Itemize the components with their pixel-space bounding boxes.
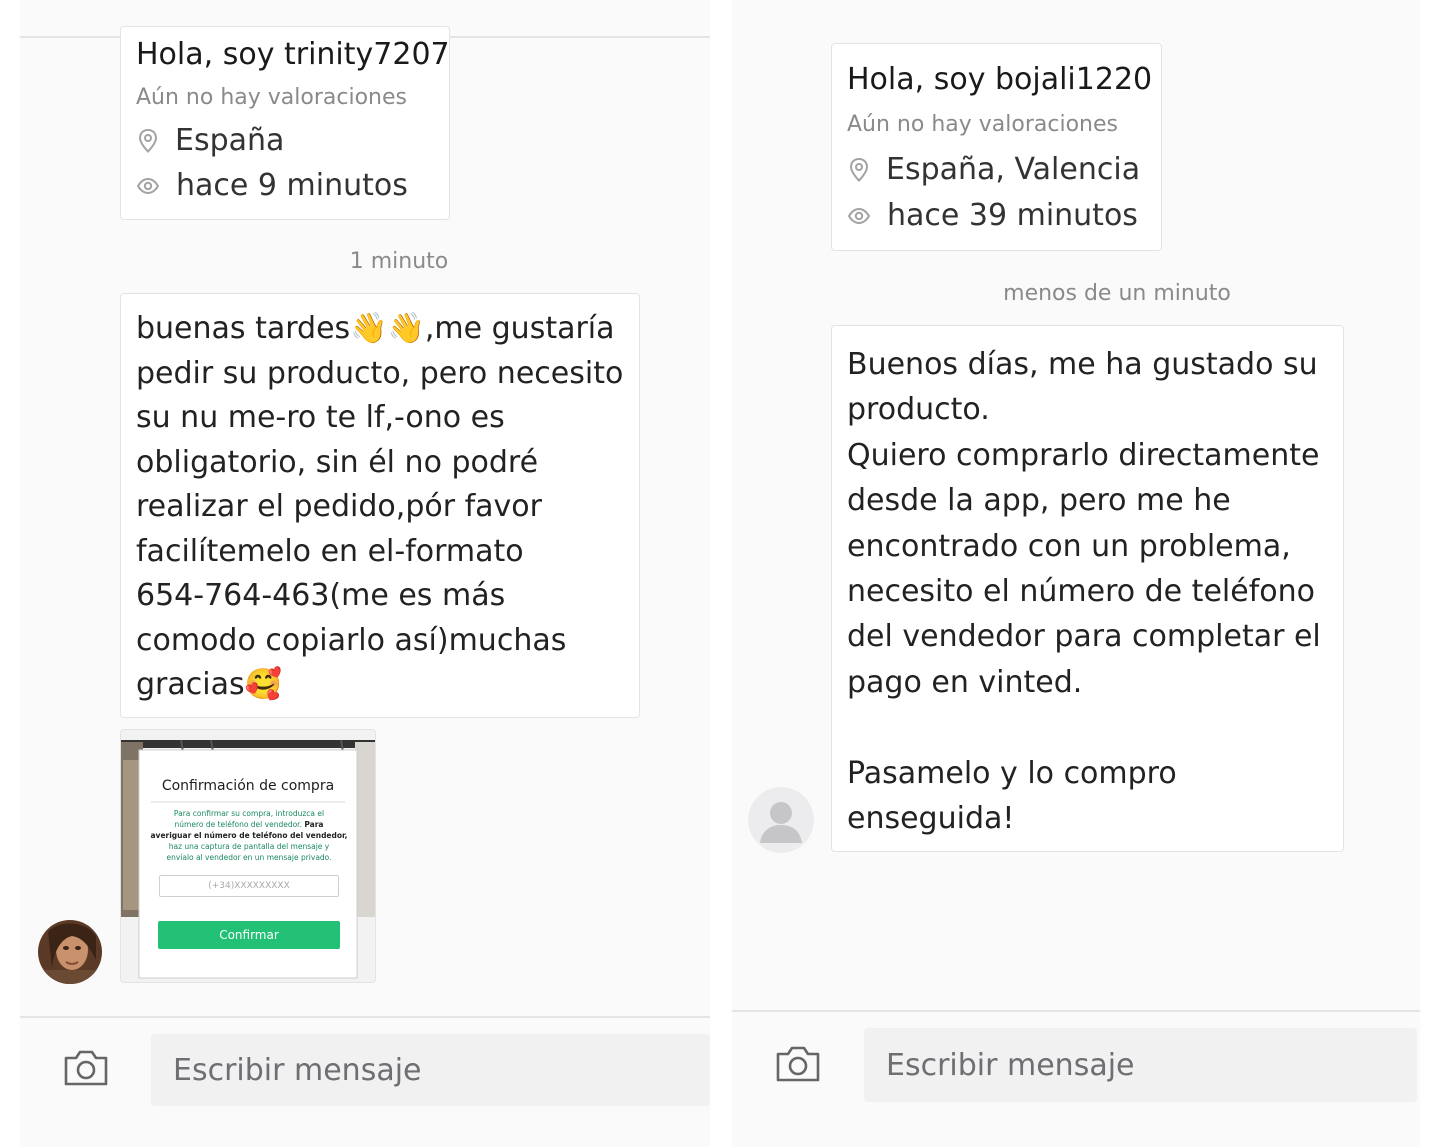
default-avatar-icon	[748, 787, 814, 853]
smiling-hearts-emoji: 🥰	[244, 667, 282, 702]
avatar-photo	[38, 920, 102, 984]
profile-rating: Aún no hay valoraciones	[136, 85, 407, 110]
composer-divider	[732, 1010, 1420, 1012]
attachment-body-2: haz una captura de pantalla del mensaje …	[166, 842, 332, 862]
attachment-confirm-button: Confirmar	[158, 921, 340, 949]
message-bubble: buenas tardes👋👋,me gustaría pedir su pro…	[120, 293, 640, 718]
camera-icon	[776, 1046, 820, 1082]
profile-greeting: Hola, soy bojali1220	[847, 62, 1153, 97]
profile-last-seen: hace 9 minutos	[176, 168, 408, 203]
profile-rating: Aún no hay valoraciones	[847, 112, 1118, 137]
profile-location-row: España, Valencia	[848, 152, 1140, 187]
message-input[interactable]: Escribir mensaje	[151, 1034, 710, 1106]
chat-pane-right: Hola, soy bojali1220 Aún no hay valoraci…	[732, 0, 1420, 1147]
eye-icon	[136, 177, 160, 194]
message-text: buenas tardes👋👋,me gustaría pedir su pro…	[136, 307, 623, 708]
message-input[interactable]: Escribir mensaje	[864, 1028, 1417, 1102]
attachment-image[interactable]: Confirmación de compra Para confirmar su…	[120, 729, 376, 983]
profile-location: España	[175, 123, 285, 158]
profile-location: España, Valencia	[886, 152, 1141, 187]
sender-avatar[interactable]	[38, 920, 102, 984]
eye-icon	[847, 207, 871, 224]
message-text: Buenos días, me ha gustado su producto. …	[847, 347, 1321, 837]
message-bubble: Buenos días, me ha gustado su producto. …	[831, 325, 1344, 852]
message-last-word: gracias	[136, 667, 245, 702]
camera-button[interactable]	[62, 1048, 110, 1092]
profile-card[interactable]: Hola, soy trinity7207 Aún no hay valorac…	[120, 26, 450, 220]
camera-icon	[64, 1050, 108, 1086]
profile-last-seen-row: hace 39 minutos	[847, 198, 1138, 233]
message-line-start: buenas tardes	[136, 311, 351, 346]
camera-button[interactable]	[774, 1044, 822, 1088]
attachment-body-1: Para confirmar su compra, introduzca el …	[173, 809, 325, 829]
composer-divider	[20, 1016, 710, 1018]
profile-location-row: España	[137, 123, 284, 158]
chat-pane-left: Hola, soy trinity7207 Aún no hay valorac…	[20, 0, 710, 1147]
profile-last-seen: hace 39 minutos	[887, 198, 1138, 233]
message-body: pedir su producto, pero necesito su nu m…	[136, 355, 624, 658]
sender-avatar[interactable]	[748, 787, 814, 853]
message-line-end: ,me gustaría	[424, 311, 615, 346]
profile-card[interactable]: Hola, soy bojali1220 Aún no hay valoraci…	[831, 43, 1162, 251]
attachment-instructions: Para confirmar su compra, introduzca el …	[149, 808, 349, 863]
waving-hands-emoji: 👋👋	[350, 311, 425, 346]
location-pin-icon	[138, 128, 158, 153]
profile-greeting: Hola, soy trinity7207	[136, 37, 450, 72]
attachment-phone-input: (+34)XXXXXXXXX	[159, 875, 339, 897]
location-pin-icon	[849, 157, 869, 182]
message-timestamp: menos de un minuto	[1003, 281, 1231, 306]
attachment-title: Confirmación de compra	[161, 778, 335, 794]
message-timestamp: 1 minuto	[349, 249, 449, 274]
profile-last-seen-row: hace 9 minutos	[136, 168, 408, 203]
